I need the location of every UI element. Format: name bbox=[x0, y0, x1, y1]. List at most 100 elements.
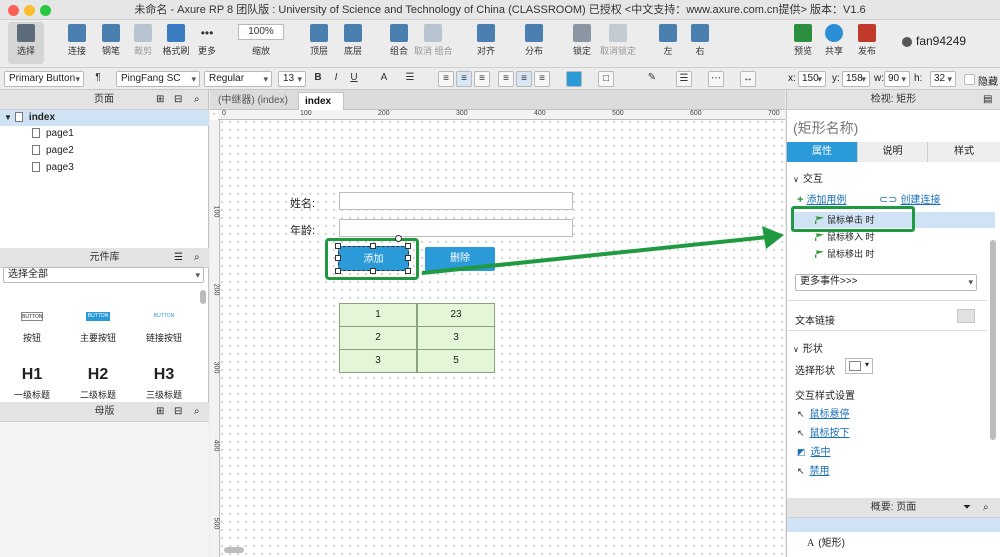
tab-style[interactable]: 样式 bbox=[927, 142, 1000, 162]
interaction-section[interactable]: ∨ 交互 bbox=[793, 170, 823, 185]
style-select[interactable]: Primary Button bbox=[4, 71, 84, 87]
menu-icon[interactable]: ☰ bbox=[174, 252, 183, 263]
resize-handle[interactable] bbox=[370, 268, 376, 274]
widget-button[interactable]: BUTTON 按钮 bbox=[8, 312, 56, 344]
align-bottom-button[interactable]: ≡ bbox=[534, 71, 550, 87]
style-mousedown-link[interactable]: ↖ 鼠标按下 bbox=[797, 424, 850, 439]
library-scrollbar[interactable] bbox=[200, 290, 206, 304]
create-link-link[interactable]: ⊂⊃ 创建连接 bbox=[879, 191, 940, 206]
page-item-index[interactable]: ▼ index bbox=[0, 110, 209, 126]
user-menu[interactable]: fan94249 bbox=[902, 34, 966, 48]
unlock-button[interactable]: 取消锁定 bbox=[598, 24, 638, 57]
table-cell[interactable]: 1 bbox=[339, 303, 417, 327]
distribute-button[interactable]: 分布 bbox=[518, 24, 550, 57]
crop-tool-button[interactable]: 裁剪 bbox=[128, 24, 158, 57]
align-top-button[interactable]: ≡ bbox=[498, 71, 514, 87]
height-field[interactable]: 32 bbox=[930, 71, 956, 87]
bullet-list-icon[interactable]: ☰ bbox=[402, 71, 418, 87]
zoom-window-button[interactable] bbox=[40, 5, 51, 16]
style-disabled-link[interactable]: ↖ 禁用 bbox=[797, 462, 830, 477]
search-icon[interactable]: ⌕ bbox=[983, 502, 989, 513]
ungroup-button[interactable]: 取消 组合 bbox=[414, 24, 453, 57]
minimize-window-button[interactable] bbox=[24, 5, 35, 16]
notes-page-icon[interactable]: ▤ bbox=[983, 94, 992, 105]
italic-button[interactable]: I bbox=[328, 71, 344, 87]
style-selected-link[interactable]: ◩ 选中 bbox=[797, 443, 831, 458]
design-canvas[interactable] bbox=[210, 110, 785, 557]
width-field[interactable]: 90 bbox=[884, 71, 910, 87]
filter-icon[interactable]: ⏷ bbox=[963, 502, 971, 513]
close-window-button[interactable] bbox=[8, 5, 19, 16]
table-cell[interactable]: 3 bbox=[339, 349, 417, 373]
line-style-button[interactable]: ⋯ bbox=[708, 71, 724, 87]
add-master-icon[interactable]: ⊞ bbox=[156, 406, 164, 417]
table-cell[interactable]: 3 bbox=[417, 326, 495, 350]
event-onmouseenter[interactable]: 鼠标移入 时 bbox=[793, 229, 981, 245]
align-right-button[interactable]: ≡ bbox=[474, 71, 490, 87]
add-case-link[interactable]: + 添加用例 bbox=[797, 191, 846, 206]
name-input[interactable] bbox=[339, 192, 573, 210]
page-item-page3[interactable]: page3 bbox=[0, 160, 209, 176]
font-family-select[interactable]: PingFang SC bbox=[116, 71, 200, 87]
text-link-button[interactable] bbox=[957, 309, 975, 323]
zoom-control[interactable]: 100% 缩放 bbox=[238, 24, 284, 57]
font-size-select[interactable]: 13 bbox=[278, 71, 306, 87]
more-events-select[interactable]: 更多事件>>> bbox=[795, 274, 977, 291]
pen-tool-button[interactable]: 钢笔 bbox=[94, 24, 128, 57]
search-icon[interactable]: ⌕ bbox=[194, 406, 200, 417]
font-weight-select[interactable]: Regular bbox=[204, 71, 272, 87]
preview-button[interactable]: 预览 bbox=[788, 24, 818, 57]
style-hover-link[interactable]: ↖ 鼠标悬停 bbox=[797, 405, 850, 420]
align-left-button[interactable]: ≡ bbox=[438, 71, 454, 87]
widget-h1[interactable]: H1 一级标题 bbox=[8, 366, 56, 401]
canvas-horizontal-scrollbar[interactable] bbox=[222, 546, 782, 554]
inspector-scrollbar[interactable] bbox=[990, 240, 996, 440]
library-select[interactable]: 选择全部 bbox=[3, 267, 204, 283]
tab-index[interactable]: index ✕ bbox=[298, 92, 344, 124]
resize-handle[interactable] bbox=[335, 243, 341, 249]
style-manager-icon[interactable]: ¶ bbox=[90, 71, 106, 87]
tab-properties[interactable]: 属性 bbox=[787, 142, 857, 162]
resize-handle[interactable] bbox=[370, 243, 376, 249]
underline-button[interactable]: U bbox=[346, 71, 362, 87]
page-item-page1[interactable]: page1 bbox=[0, 126, 209, 142]
widget-h2[interactable]: H2 二级标题 bbox=[72, 366, 124, 401]
table-cell[interactable]: 23 bbox=[417, 303, 495, 327]
group-button[interactable]: 组合 bbox=[384, 24, 414, 57]
tab-repeater[interactable]: (中继器) (index) bbox=[212, 92, 294, 110]
align-center-button[interactable]: ≡ bbox=[456, 71, 472, 87]
x-field[interactable]: 150 bbox=[798, 71, 826, 87]
lock-button[interactable]: 锁定 bbox=[566, 24, 598, 57]
line-width-button[interactable]: ☰ bbox=[676, 71, 692, 87]
search-icon[interactable]: ⌕ bbox=[194, 94, 200, 105]
left-panel-toggle[interactable]: 左 bbox=[656, 24, 680, 57]
tab-notes[interactable]: 说明 bbox=[857, 142, 927, 162]
shadow-button[interactable]: □ bbox=[598, 71, 614, 87]
fill-color-button[interactable] bbox=[566, 71, 582, 87]
select-tool-button[interactable]: 选择 bbox=[8, 22, 44, 64]
table-cell[interactable]: 2 bbox=[339, 326, 417, 350]
add-page-icon[interactable]: ⊞ bbox=[156, 94, 164, 105]
align-button[interactable]: 对齐 bbox=[470, 24, 502, 57]
line-color-icon[interactable]: ✎ bbox=[644, 71, 660, 87]
shape-section[interactable]: ∨ 形状 bbox=[793, 340, 823, 355]
widget-link-button[interactable]: BUTTON 链接按钮 bbox=[140, 312, 188, 344]
search-icon[interactable]: ⌕ bbox=[194, 252, 200, 263]
bring-to-front-button[interactable]: 顶层 bbox=[302, 24, 336, 57]
hidden-checkbox[interactable] bbox=[964, 74, 975, 85]
add-folder-icon[interactable]: ⊟ bbox=[174, 94, 182, 105]
zoom-select[interactable]: 100% bbox=[238, 24, 284, 40]
event-onmouseout[interactable]: 鼠标移出 时 bbox=[793, 246, 981, 262]
outline-item[interactable]: A (矩形) bbox=[807, 534, 845, 549]
align-middle-button[interactable]: ≡ bbox=[516, 71, 532, 87]
right-panel-toggle[interactable]: 右 bbox=[688, 24, 712, 57]
widget-primary-button[interactable]: BUTTON 主要按钮 bbox=[72, 312, 124, 344]
table-cell[interactable]: 5 bbox=[417, 349, 495, 373]
font-color-button[interactable]: A bbox=[376, 71, 392, 87]
resize-handle[interactable] bbox=[335, 268, 341, 274]
publish-button[interactable]: 发布 bbox=[850, 24, 884, 57]
widget-h3[interactable]: H3 三级标题 bbox=[140, 366, 188, 401]
rotate-handle[interactable] bbox=[395, 235, 402, 242]
shape-name-field[interactable]: (矩形名称) bbox=[793, 118, 858, 138]
add-folder-icon[interactable]: ⊟ bbox=[174, 406, 182, 417]
